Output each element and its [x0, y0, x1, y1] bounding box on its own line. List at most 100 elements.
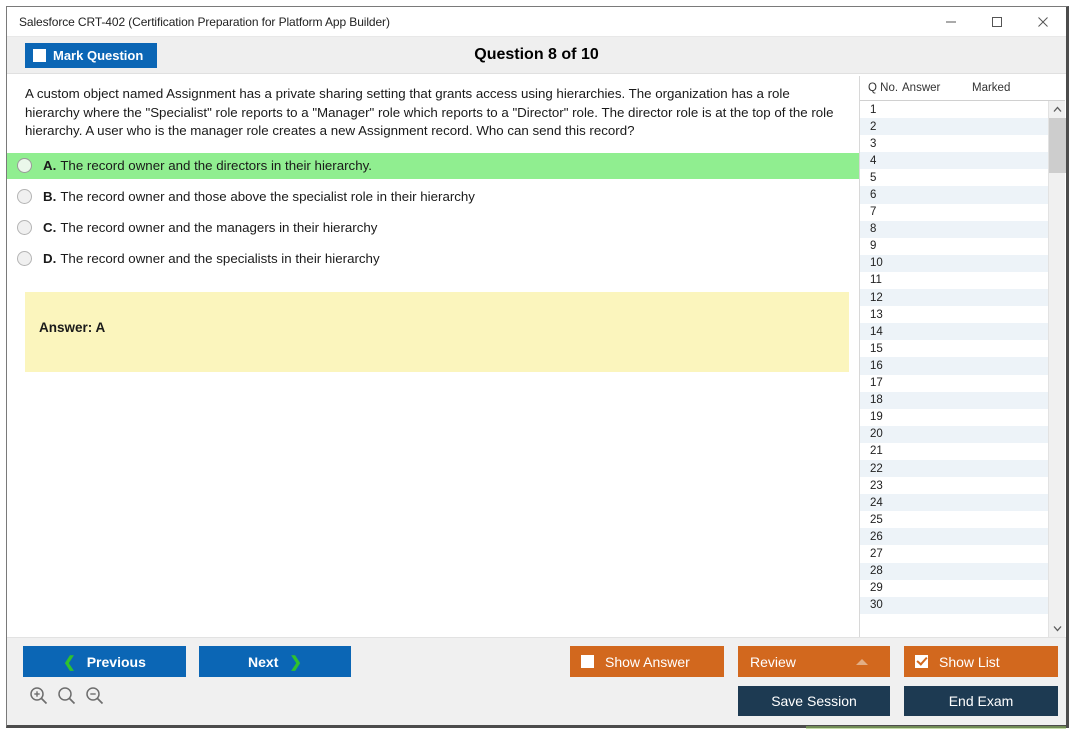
question-list-row[interactable]: 12 — [860, 289, 1048, 307]
answer-option-c[interactable]: C. The record owner and the managers in … — [7, 215, 859, 241]
show-list-button[interactable]: Show List — [904, 646, 1058, 677]
row-question-number: 7 — [870, 206, 877, 219]
question-list-row[interactable]: 13 — [860, 306, 1048, 323]
close-icon[interactable] — [1020, 7, 1066, 37]
chevron-left-icon: ❮ — [63, 653, 76, 671]
row-question-number: 28 — [870, 565, 883, 578]
question-list-row[interactable]: 9 — [860, 238, 1048, 255]
row-question-number: 30 — [870, 599, 883, 612]
row-question-number: 23 — [870, 479, 883, 492]
end-exam-button[interactable]: End Exam — [904, 686, 1058, 716]
row-question-number: 29 — [870, 582, 883, 595]
row-question-number: 2 — [870, 120, 877, 133]
show-list-checkbox[interactable] — [915, 655, 928, 668]
row-question-number: 27 — [870, 547, 883, 560]
row-question-number: 12 — [870, 291, 883, 304]
zoom-reset-icon[interactable] — [57, 686, 76, 705]
body-area: A custom object named Assignment has a p… — [7, 74, 1066, 637]
question-list-row[interactable]: 20 — [860, 425, 1048, 443]
radio-button-c[interactable] — [17, 220, 32, 235]
next-label: Next — [248, 653, 279, 670]
window-title: Salesforce CRT-402 (Certification Prepar… — [19, 14, 390, 29]
save-session-button[interactable]: Save Session — [738, 686, 890, 716]
minimize-icon[interactable] — [928, 7, 974, 37]
question-list-row[interactable]: 25 — [860, 511, 1048, 528]
question-list-row[interactable]: 27 — [860, 545, 1048, 562]
exam-application-window: Salesforce CRT-402 (Certification Prepar… — [6, 6, 1069, 729]
question-list-row[interactable]: 2 — [860, 118, 1048, 136]
end-exam-label: End Exam — [948, 693, 1014, 709]
question-list-row[interactable]: 10 — [860, 254, 1048, 272]
answer-option-a[interactable]: A. The record owner and the directors in… — [7, 152, 859, 179]
row-question-number: 4 — [870, 154, 877, 167]
question-list-row[interactable]: 17 — [860, 375, 1048, 392]
row-question-number: 20 — [870, 428, 883, 441]
question-list-row[interactable]: 23 — [860, 477, 1048, 494]
answer-options-list: A. The record owner and the directors in… — [7, 152, 859, 272]
question-list-row[interactable]: 8 — [860, 220, 1048, 238]
question-list-scrollbar[interactable] — [1048, 101, 1066, 637]
question-list-row[interactable]: 21 — [860, 443, 1048, 460]
chevron-up-icon — [856, 658, 868, 665]
scrollbar-thumb[interactable] — [1048, 118, 1066, 173]
question-list-row[interactable]: 30 — [860, 596, 1048, 614]
question-list-row[interactable]: 14 — [860, 323, 1048, 341]
option-text-b: The record owner and those above the spe… — [60, 189, 475, 204]
row-question-number: 17 — [870, 377, 883, 390]
radio-button-d[interactable] — [17, 251, 32, 266]
answer-reveal-text: Answer: A — [39, 319, 106, 335]
row-question-number: 8 — [870, 223, 877, 236]
row-question-number: 19 — [870, 411, 883, 424]
question-list-row[interactable]: 15 — [860, 340, 1048, 357]
question-list-row[interactable]: 18 — [860, 391, 1048, 409]
option-letter-b: B. — [43, 189, 57, 204]
question-list-row[interactable]: 22 — [860, 459, 1048, 478]
row-question-number: 24 — [870, 496, 883, 509]
question-list-row[interactable]: 19 — [860, 409, 1048, 426]
show-answer-checkbox[interactable] — [581, 655, 594, 668]
question-list-row[interactable]: 5 — [860, 169, 1048, 186]
scroll-down-icon[interactable] — [1049, 620, 1066, 637]
show-answer-button[interactable]: Show Answer — [570, 646, 724, 677]
maximize-icon[interactable] — [974, 7, 1020, 37]
review-dropdown[interactable]: Review — [738, 646, 890, 677]
radio-button-a[interactable] — [17, 158, 32, 173]
question-list-row[interactable]: 29 — [860, 580, 1048, 597]
option-text-d: The record owner and the specialists in … — [60, 251, 380, 266]
row-question-number: 14 — [870, 325, 883, 338]
question-list-row[interactable]: 28 — [860, 562, 1048, 580]
question-list-row[interactable]: 26 — [860, 528, 1048, 546]
question-list-row[interactable]: 7 — [860, 204, 1048, 221]
column-header-marked: Marked — [972, 82, 1011, 94]
chevron-right-icon: ❯ — [289, 653, 302, 671]
row-question-number: 5 — [870, 171, 877, 184]
question-list-row[interactable]: 6 — [860, 186, 1048, 204]
question-list-scroll-area: 1 2 3 4 5 6 7 8 9 10 11 12 13 14 15 16 17 18 19 20 21 22 23 24 2… — [860, 101, 1066, 637]
row-question-number: 6 — [870, 189, 877, 202]
radio-button-b[interactable] — [17, 189, 32, 204]
column-header-qno: Q No. — [868, 82, 899, 94]
scroll-up-icon[interactable] — [1049, 101, 1066, 118]
show-answer-label: Show Answer — [605, 653, 690, 670]
title-bar: Salesforce CRT-402 (Certification Prepar… — [7, 7, 1066, 37]
answer-option-d[interactable]: D. The record owner and the specialists … — [7, 246, 859, 272]
column-header-answer: Answer — [902, 82, 941, 94]
scrollbar-track[interactable] — [1048, 118, 1066, 620]
zoom-in-icon[interactable] — [29, 686, 48, 705]
question-list-row[interactable]: 4 — [860, 152, 1048, 170]
question-list-row[interactable]: 3 — [860, 135, 1048, 152]
question-list-row[interactable]: 1 — [860, 101, 1048, 118]
row-question-number: 11 — [870, 274, 882, 287]
question-list-row[interactable]: 24 — [860, 494, 1048, 512]
zoom-out-icon[interactable] — [85, 686, 104, 705]
answer-option-b[interactable]: B. The record owner and those above the … — [7, 184, 859, 210]
question-list-row[interactable]: 16 — [860, 357, 1048, 375]
mark-question-checkbox[interactable] — [33, 48, 46, 62]
row-question-number: 13 — [870, 308, 883, 321]
previous-button[interactable]: ❮ Previous — [23, 646, 186, 677]
mark-question-button[interactable]: Mark Question — [25, 42, 158, 68]
question-list-header: Q No. Answer Marked — [860, 76, 1065, 101]
next-button[interactable]: Next ❯ — [199, 646, 351, 677]
footer-toolbar: ❮ Previous Next ❯ Show Answer Review Sho… — [7, 637, 1066, 729]
question-list-row[interactable]: 11 — [860, 272, 1048, 289]
